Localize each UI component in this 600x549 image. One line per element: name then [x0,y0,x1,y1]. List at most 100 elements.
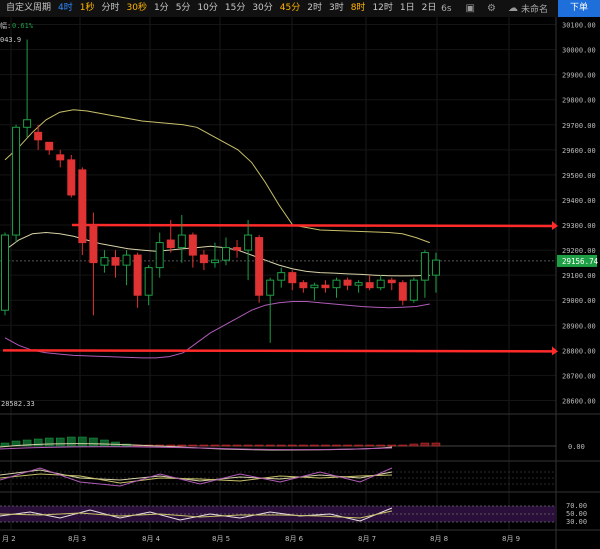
high-label: 043.9 [0,36,21,44]
low-label: 28582.33 [1,400,35,408]
price-tick-0: 30100.00 [562,22,596,30]
price-tick-7: 29400.00 [562,197,596,205]
price-tick-3: 29800.00 [562,97,596,105]
candle-body-13 [144,267,153,296]
price-tick-15: 28600.00 [562,397,596,405]
candle-body-14 [155,242,164,269]
candle-body-18 [199,254,208,264]
candle-body-30 [332,279,341,289]
candle-body-12 [133,254,142,296]
macd-bar-21 [232,444,242,447]
price-tick-10: 29100.00 [562,272,596,280]
price-tick-12: 28900.00 [562,322,596,330]
macd-bar-19 [210,444,220,447]
macd-bar-35 [387,444,396,447]
macd-bar-29 [321,444,330,447]
candle-body-31 [343,279,352,286]
date-label-0: 月 2 [2,535,16,543]
macd-bar-25 [277,444,286,447]
candle-body-33 [365,282,374,289]
macd-bar-6 [67,436,76,447]
candle-body-26 [288,272,297,284]
last-price-label: 29156.74 [562,257,599,266]
candle-body-32 [354,282,363,286]
price-tick-8: 29300.00 [562,222,596,230]
candle-body-19 [210,259,219,264]
candle-body-38 [420,252,429,281]
macd-bar-32 [354,444,363,447]
candle-body-17 [188,234,197,256]
date-label-5: 8月 7 [358,535,376,543]
candle-body-8 [89,224,98,264]
price-tick-5: 29600.00 [562,147,596,155]
candle-body-23 [255,237,264,296]
hline-1 [2,349,553,353]
macd-bar-24 [265,444,275,447]
hline-arrow-1 [552,346,558,356]
macd-bar-16 [177,444,187,447]
candle-body-10 [111,257,120,266]
macd-bar-31 [343,444,352,447]
price-tick-4: 29700.00 [562,122,596,130]
candle-body-24 [266,279,275,296]
candle-body-25 [277,272,286,281]
candle-body-6 [67,159,76,196]
candle-body-39 [431,259,440,276]
macd-bar-33 [365,444,374,447]
price-axis: 30100.00 30000.00 29900.00 29800.00 29700.00… [562,22,596,406]
candle-body-4 [45,141,54,151]
candle-body-3 [34,131,43,141]
macd-bar-37 [409,443,419,447]
price-tick-1: 30000.00 [562,47,596,55]
macd-bar-28 [310,444,319,447]
rsi-tick-0: 70.00 [566,502,587,510]
candle-body-2 [23,119,32,128]
candle-body-36 [398,282,407,301]
macd-bar-23 [254,444,264,447]
macd-bar-26 [288,444,297,447]
candle-body-21 [233,247,242,251]
price-tick-6: 29500.00 [562,172,596,180]
date-label-6: 8月 8 [430,535,448,543]
macd-bar-34 [376,444,385,447]
rsi-tick-1: 50.00 [566,510,587,518]
hline-0 [71,223,553,228]
macd-bar-20 [221,444,231,447]
candle-body-22 [244,234,253,251]
macd-bar-38 [420,442,430,447]
date-label-4: 8月 6 [285,535,304,543]
macd-zero-label: 0.00 [568,443,585,451]
candle-body-20 [222,247,230,261]
macd-bar-8 [89,437,98,447]
candle-body-28 [310,284,319,289]
candle-body-37 [409,279,418,301]
macd-bar-0 [0,442,10,447]
macd-bar-27 [299,444,308,447]
candle-body-16 [177,234,186,249]
hline-arrow-0 [552,221,558,231]
price-tick-2: 29900.00 [562,72,596,80]
candlestick-chart[interactable]: 30100.00 30000.00 29900.00 29800.00 29700.00… [0,0,600,549]
last-price-tag: 29156.74 [557,254,599,267]
candle-body-15 [166,239,175,249]
rsi-tick-2: 30.00 [566,518,587,526]
macd-bar-9 [100,439,109,447]
macd-bar-7 [78,436,87,447]
macd-bar-17 [188,444,198,447]
candle-body-1 [12,126,21,236]
macd-bar-22 [243,444,253,447]
macd-bar-18 [199,444,209,447]
date-label-2: 8月 4 [142,535,161,543]
candle-body-7 [78,169,87,244]
date-label-1: 8月 3 [68,535,86,543]
macd-bar-4 [44,437,54,447]
candle-body-29 [321,284,330,289]
candle-body-35 [387,279,396,284]
date-axis: 月 2 8月 3 8月 4 8月 5 8月 6 8月 7 8月 8 8月 9 [2,535,520,543]
macd-bar-39 [431,442,441,447]
price-tick-14: 28700.00 [562,372,596,380]
macd-signal [0,446,393,451]
candle-body-34 [376,279,385,289]
price-tick-13: 28800.00 [562,347,596,355]
price-tick-9: 29200.00 [562,247,596,255]
